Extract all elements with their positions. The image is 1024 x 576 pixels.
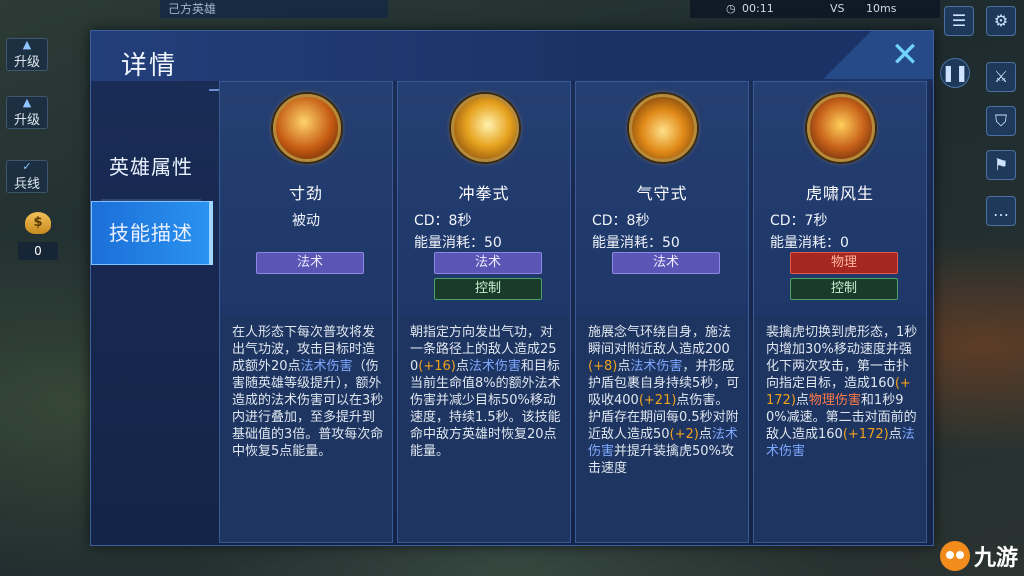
jiuyou-logo — [939, 541, 970, 571]
status-bar: ◷ 00:11 VS 10ms — [690, 0, 940, 18]
highlight-magic: 法术伤害 — [630, 359, 683, 374]
panel-header — [91, 31, 933, 81]
skill-name: 寸劲 — [288, 184, 323, 203]
skill-card-4: 虎啸风生 CD：7秒 能量消耗：0 物理 控制 裴擒虎切换到虎形态，1秒内增加3… — [753, 81, 927, 543]
desc-text: 点 — [888, 427, 902, 442]
game-clock: 00:11 — [742, 2, 774, 15]
skill-icon-4 — [807, 94, 875, 162]
highlight-num: (+21) — [638, 393, 677, 408]
clock-icon: ◷ — [726, 2, 736, 15]
skill-meta: CD：8秒 能量消耗：50 — [414, 210, 560, 254]
detail-tabs: 英雄属性 技能描述 — [91, 135, 213, 265]
skill-description: 裴擒虎切换到虎形态，1秒内增加30%移动速度并强化下两次攻击，第一击扑向指定目标… — [766, 324, 918, 460]
check-icon: ✓ — [22, 160, 32, 173]
skill-energy: 能量消耗：0 — [770, 235, 849, 251]
skill-cd: CD：8秒 — [414, 213, 472, 229]
chat-icon[interactable]: … — [986, 196, 1016, 226]
skill-card-2: 冲拳式 CD：8秒 能量消耗：50 法术 控制 朝指定方向发出气功，对一条路径上… — [397, 81, 571, 543]
shield-icon[interactable]: ⛉ — [986, 106, 1016, 136]
skill-meta: 被动 — [220, 210, 392, 232]
desc-text: 点 — [617, 359, 631, 374]
skill-description: 在人形态下每次普攻将发出气功波，攻击目标时造成额外20点法术伤害（伤害随英雄等级… — [232, 324, 384, 460]
desc-text: 点 — [698, 427, 712, 442]
highlight-num: (+2) — [669, 427, 699, 442]
skill-icon-3 — [629, 94, 697, 162]
detail-panel: 详情 ✕ 英雄属性 技能描述 寸劲 被动 法术 在人形态下每次普攻将发出气功波，… — [90, 30, 934, 546]
highlight-phys: 物理伤害 — [808, 393, 861, 408]
desc-text: （伤害随英雄等级提升），额外造成的法术伤害可以在3秒内进行叠加，至多提升到基础值… — [232, 359, 384, 459]
skill-icon-2 — [451, 94, 519, 162]
ally-heroes-tab[interactable]: 己方英雄 — [160, 0, 388, 18]
tag-magic: 法术 — [612, 252, 720, 274]
skill-name: 冲拳式 — [458, 184, 510, 203]
desc-text: 施展念气环绕自身，施法瞬间对附近敌人造成200 — [588, 325, 732, 357]
tag-magic: 法术 — [256, 252, 364, 274]
settings-gear-icon[interactable]: ⚙ — [986, 6, 1016, 36]
skill-energy: 能量消耗：50 — [592, 235, 680, 251]
minion-lane-button[interactable]: ✓ 兵线 — [6, 160, 48, 193]
skill-meta: CD：8秒 能量消耗：50 — [592, 210, 738, 254]
skill-name: 气守式 — [636, 184, 688, 203]
highlight-magic: 法术伤害 — [300, 359, 353, 374]
vs-label: VS — [830, 2, 845, 15]
coin-bag-icon: $ — [25, 212, 51, 234]
pause-icon[interactable]: ❚❚ — [940, 58, 970, 88]
skill-card-3: 气守式 CD：8秒 能量消耗：50 法术 施展念气环绕自身，施法瞬间对附近敌人造… — [575, 81, 749, 543]
level-up-button-2[interactable]: ▲ 升级 — [6, 96, 48, 129]
close-icon: ✕ — [890, 35, 920, 75]
skill-cd: CD：7秒 — [770, 213, 828, 229]
highlight-magic: 法术伤害 — [468, 359, 521, 374]
skill-passive: 被动 — [292, 213, 320, 229]
panel-title: 详情 — [121, 51, 178, 81]
level-up-button-1[interactable]: ▲ 升级 — [6, 38, 48, 71]
skill-energy: 能量消耗：50 — [414, 235, 502, 251]
close-button[interactable]: ✕ — [881, 35, 929, 75]
tab-hero-attributes[interactable]: 英雄属性 — [91, 135, 211, 199]
skill-description: 朝指定方向发出气功，对一条路径上的敌人造成250(+16)点法术伤害和目标当前生… — [410, 324, 562, 460]
skill-icon-1 — [273, 94, 341, 162]
highlight-num: (+8) — [588, 359, 618, 374]
skill-description: 施展念气环绕自身，施法瞬间对附近敌人造成200(+8)点法术伤害，并形成护盾包裹… — [588, 324, 740, 477]
highlight-num: (+16) — [418, 359, 456, 374]
flag-icon[interactable]: ⚑ — [986, 150, 1016, 180]
watermark: 九游 — [939, 540, 1018, 572]
skill-cd: CD：8秒 — [592, 213, 650, 229]
tab-skill-description[interactable]: 技能描述 — [91, 201, 213, 265]
gold-area: $ 0 — [18, 212, 58, 260]
skill-card-1: 寸劲 被动 法术 在人形态下每次普攻将发出气功波，攻击目标时造成额外20点法术伤… — [219, 81, 393, 543]
skill-meta: CD：7秒 能量消耗：0 — [770, 210, 916, 254]
highlight-num: (+172) — [842, 427, 889, 442]
gold-count: 0 — [18, 242, 58, 260]
sword-icon[interactable]: ⚔ — [986, 62, 1016, 92]
desc-text: 点 — [795, 393, 809, 408]
ping: 10ms — [866, 2, 897, 15]
desc-text: 和目标当前生命值8%的额外法术伤害并减少目标50%移动速度，持续1.5秒。该技能… — [410, 359, 561, 459]
tag-magic: 法术 — [434, 252, 542, 274]
arrow-up-icon: ▲ — [22, 38, 32, 51]
tag-control: 控制 — [790, 278, 898, 300]
arrow-up-icon: ▲ — [22, 96, 32, 109]
skill-name: 虎啸风生 — [805, 184, 874, 203]
tag-physical: 物理 — [790, 252, 898, 274]
menu-icon[interactable]: ☰ — [944, 6, 974, 36]
tag-control: 控制 — [434, 278, 542, 300]
desc-text: 点 — [455, 359, 469, 374]
